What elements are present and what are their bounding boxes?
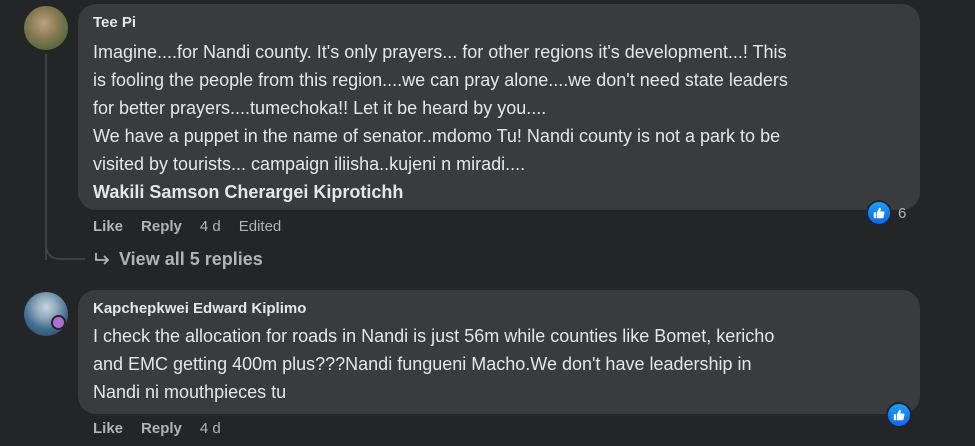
thread-connector-line [45, 54, 47, 260]
comment-signature: Wakili Samson Cherargei Kiprotichh [93, 182, 404, 202]
reply-button[interactable]: Reply [141, 218, 182, 235]
timestamp[interactable]: 4 d [200, 420, 221, 437]
comment-author[interactable]: Kapchepkwei Edward Kiplimo [93, 300, 906, 318]
like-thumb-icon [866, 200, 892, 226]
comment-line: Imagine....for Nandi county. It's only p… [93, 42, 787, 62]
view-replies-button[interactable]: View all 5 replies [93, 249, 263, 270]
reply-arrow-icon [95, 252, 110, 265]
comment-bubble: Tee Pi Imagine....for Nandi county. It's… [78, 4, 920, 210]
comments-panel: Tee Pi Imagine....for Nandi county. It's… [0, 0, 975, 446]
comment-line: and EMC getting 400m plus???Nandi fungue… [93, 354, 752, 374]
like-button[interactable]: Like [93, 420, 123, 437]
avatar[interactable] [24, 292, 68, 336]
thread-connector-curve [45, 238, 85, 260]
comment-text: I check the allocation for roads in Nand… [93, 322, 906, 406]
comment-actions: Like Reply 4 d Edited [93, 218, 299, 235]
comment-text: Imagine....for Nandi county. It's only p… [93, 38, 906, 206]
timestamp[interactable]: 4 d [200, 218, 221, 235]
view-replies-label: View all 5 replies [119, 249, 263, 269]
comment-line: visited by tourists... campaign iliisha.… [93, 154, 526, 174]
comment-author[interactable]: Tee Pi [93, 14, 906, 32]
comment-line: is fooling the people from this region..… [93, 70, 788, 90]
reaction-summary[interactable] [886, 402, 912, 428]
reaction-summary[interactable]: 6 [866, 200, 906, 226]
comment-bubble: Kapchepkwei Edward Kiplimo I check the a… [78, 290, 920, 414]
comment-line: for better prayers....tumechoka!! Let it… [93, 98, 547, 118]
reaction-count: 6 [898, 204, 907, 222]
avatar[interactable] [24, 6, 68, 50]
like-button[interactable]: Like [93, 218, 123, 235]
comment-line: I check the allocation for roads in Nand… [93, 326, 775, 346]
profile-badge-icon [51, 315, 66, 330]
like-thumb-icon [886, 402, 912, 428]
edited-label[interactable]: Edited [239, 218, 282, 235]
comment-actions: Like Reply 4 d [93, 420, 239, 437]
comment-line: Nandi ni mouthpieces tu [93, 382, 287, 402]
reply-button[interactable]: Reply [141, 420, 182, 437]
comment-line: We have a puppet in the name of senator.… [93, 126, 781, 146]
